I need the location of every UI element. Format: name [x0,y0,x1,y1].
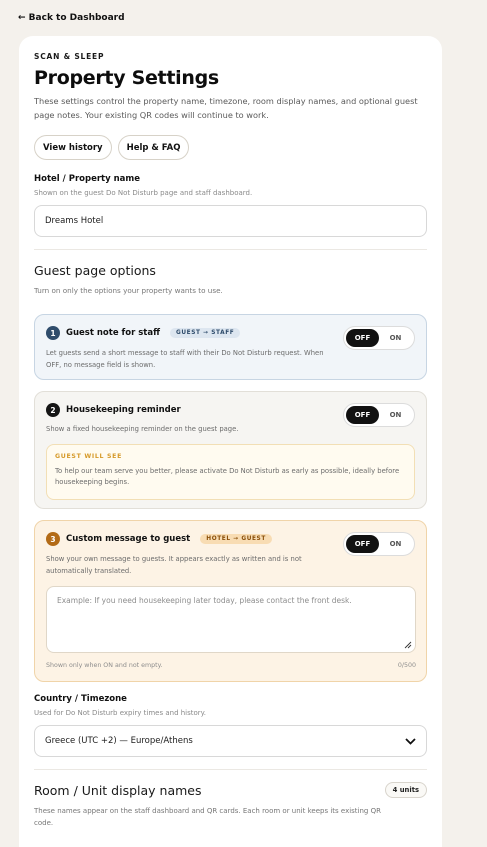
page-intro: These settings control the property name… [34,96,418,120]
direction-tag: HOTEL → GUEST [200,534,272,544]
property-name-input[interactable]: Dreams Hotel [34,205,427,237]
timezone-help: Used for Do Not Disturb expiry times and… [34,709,207,717]
guest-preview-box: GUEST WILL SEE To help our team serve yo… [46,443,415,500]
property-name-label: Hotel / Property name [34,174,140,184]
property-name-help: Shown on the guest Do Not Disturb page a… [34,189,253,197]
character-counter: 0/500 [397,662,416,669]
header-actions: View history Help & FAQ [34,135,427,160]
chevron-down-icon [405,737,416,745]
option-housekeeping-reminder: 2 Housekeeping reminder Show a fixed hou… [34,391,427,509]
option-number: 2 [46,403,60,417]
housekeeping-toggle[interactable]: OFF ON [343,403,415,427]
help-faq-button[interactable]: Help & FAQ [117,135,190,160]
guest-options-help: Turn on only the options your property w… [34,286,223,295]
direction-tag: GUEST → STAFF [170,328,241,338]
textarea-placeholder: Example: If you need housekeeping later … [57,596,352,605]
toggle-off[interactable]: OFF [346,329,379,347]
custom-message-textarea[interactable]: Example: If you need housekeeping later … [46,586,416,653]
toggle-on[interactable]: ON [379,334,412,342]
app-eyebrow: SCAN & SLEEP [34,52,105,61]
units-count-badge: 4 units [384,782,427,798]
custom-message-note: Shown only when ON and not empty. [46,662,163,669]
option-title: Guest note for staff [66,328,160,338]
timezone-select[interactable]: Greece (UTC +2) — Europe/Athens [34,725,427,757]
view-history-button[interactable]: View history [34,135,112,160]
guest-preview-title: GUEST WILL SEE [55,452,123,460]
toggle-off[interactable]: OFF [346,406,379,424]
resize-handle-icon[interactable] [404,641,412,649]
option-title: Custom message to guest [66,534,191,544]
back-to-dashboard-link[interactable]: ← Back to Dashboard [18,13,125,23]
option-number: 3 [46,532,60,546]
option-custom-message: 3 Custom message to guest HOTEL → GUEST … [34,520,427,682]
timezone-label: Country / Timezone [34,694,127,704]
option-description: Show a fixed housekeeping reminder on th… [46,425,239,433]
divider [34,249,427,250]
option-description: Let guests send a short message to staff… [46,349,324,369]
toggle-off[interactable]: OFF [346,535,379,553]
guest-note-toggle[interactable]: OFF ON [343,326,415,350]
custom-message-toggle[interactable]: OFF ON [343,532,415,556]
toggle-on[interactable]: ON [379,411,412,419]
toggle-on[interactable]: ON [379,540,412,548]
divider [34,769,427,770]
timezone-value: Greece (UTC +2) — Europe/Athens [45,736,193,746]
guest-options-title: Guest page options [34,263,156,278]
settings-card: SCAN & SLEEP Property Settings These set… [19,36,442,847]
option-description: Show your own message to guests. It appe… [46,555,302,575]
option-number: 1 [46,326,60,340]
guest-preview-text: To help our team serve you better, pleas… [55,466,400,487]
page-title: Property Settings [34,67,219,89]
option-guest-note: 1 Guest note for staff GUEST → STAFF Let… [34,314,427,380]
rooms-title: Room / Unit display names [34,782,202,798]
option-title: Housekeeping reminder [66,405,181,415]
rooms-help: These names appear on the staff dashboar… [34,807,381,827]
